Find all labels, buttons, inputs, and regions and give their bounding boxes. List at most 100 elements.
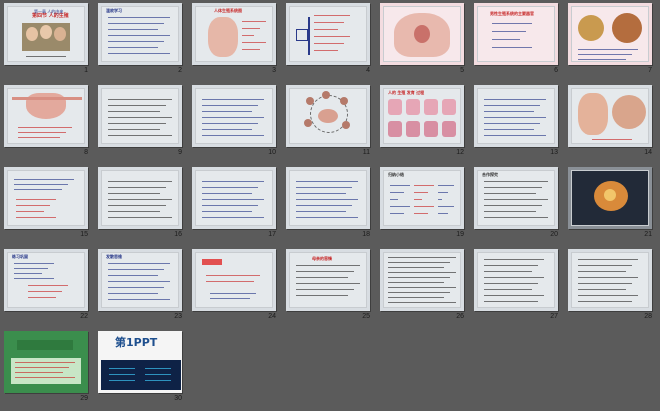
text-line [578,265,632,266]
text-line [484,193,536,194]
slide-number: 6 [554,67,558,74]
slide-title: 温故学习 [106,8,122,13]
logo-panel [101,360,181,390]
text-line [16,211,44,212]
text-line [578,54,632,55]
text-line [15,367,69,368]
slide-thumbnail[interactable]: 11 [286,85,380,165]
stage-image [406,121,420,137]
slide-thumbnail[interactable]: 归纳小结 19 [380,167,474,247]
text-line [296,199,358,200]
text-line [108,193,160,194]
slide-preview [568,167,652,229]
slide-thumbnail[interactable]: 温故学习 2 [98,3,192,83]
stage-image [424,99,438,115]
slide-preview: 合作探究 [474,167,558,229]
text-line [296,193,346,194]
text-line [484,283,538,284]
text-line [108,199,172,200]
text-line [242,35,254,36]
text-line [578,259,638,260]
text-line [16,205,50,206]
slide-content: 人的 生殖 发育 过程 [383,88,461,144]
slide-thumbnail[interactable]: 28 [568,249,660,329]
text-line [18,127,72,128]
slide-number: 11 [362,149,370,156]
slide-thumbnail[interactable]: 9 [98,85,192,165]
text-line [578,59,626,60]
text-line [108,299,170,300]
slide-thumbnail[interactable]: 13 [474,85,568,165]
slide-number: 15 [80,231,88,238]
text-line [210,293,256,294]
text-line [14,189,62,190]
slide-thumbnail[interactable]: 5 [380,3,474,83]
text-line [592,139,632,140]
slide-number: 16 [174,231,182,238]
slide-thumbnail[interactable]: 18 [286,167,380,247]
logo-text: 第1PPT [115,336,158,349]
slide-thumbnail[interactable]: 人体生殖系统图 3 [192,3,286,83]
text-line [484,289,532,290]
slide-preview [380,249,464,311]
text-line [14,268,48,269]
slide-thumbnail[interactable]: 人的 生殖 发育 过程 12 [380,85,474,165]
slide-preview [380,3,464,65]
text-line [108,53,170,54]
slide-thumbnail[interactable]: 男性生殖系统的主要器官 6 [474,3,568,83]
cell-dot [340,97,348,105]
slide-number: 21 [644,231,652,238]
slide-thumbnail[interactable]: 第四节 人的生殖 第一章 人的由来 1 [4,3,98,83]
slide-preview [192,167,276,229]
slide-number: 28 [644,313,652,320]
text-line [202,205,258,206]
slide-thumbnail[interactable]: 17 [192,167,286,247]
text-line [202,111,252,112]
text-line [484,99,546,100]
slide-preview [474,85,558,147]
slide-content: 母亲的恩情 [289,252,367,308]
text-line [108,287,164,288]
slide-thumbnail[interactable]: 8 [4,85,98,165]
slide-thumbnail[interactable]: 24 [192,249,286,329]
text-line [202,217,264,218]
text-line [108,47,158,48]
text-line [484,135,546,136]
slide-thumbnail[interactable]: 29 [4,331,98,411]
slide-content [101,88,179,144]
slide-thumbnail[interactable]: 发散思维 23 [98,249,192,329]
slide-thumbnail[interactable]: 练习巩固 22 [4,249,98,329]
text-line [438,199,442,200]
slide-preview [286,3,370,65]
slide-number: 29 [80,395,88,402]
slide-thumbnail[interactable]: 26 [380,249,474,329]
slide-title: 合作探究 [482,172,498,177]
embryo-drawing [578,93,608,135]
slide-preview: 温故学习 [98,3,182,65]
slide-thumbnail[interactable]: 21 [568,167,660,247]
slide-number: 5 [460,67,464,74]
slide-content [195,252,273,308]
text-line [108,135,172,136]
text-line [578,49,638,50]
slide-thumbnail[interactable]: 4 [286,3,380,83]
slide-thumbnail[interactable]: 15 [4,167,98,247]
slide-preview [192,249,276,311]
slide-thumbnail[interactable]: 16 [98,167,192,247]
slide-content [477,88,555,144]
text-line [484,181,548,182]
slide-thumbnail[interactable]: 7 [568,3,660,83]
text-line [388,262,450,263]
face [26,27,38,41]
text-line [296,205,352,206]
text-line [108,187,166,188]
text-line [108,35,170,36]
slide-number: 25 [362,313,370,320]
slide-thumbnail[interactable]: 母亲的恩情 25 [286,249,380,329]
slide-thumbnail[interactable]: 27 [474,249,568,329]
slide-thumbnail[interactable]: 合作探究 20 [474,167,568,247]
slide-thumbnail[interactable]: 10 [192,85,286,165]
slide-thumbnail[interactable]: 14 [568,85,660,165]
slide-thumbnail[interactable]: 第1PPT 30 [98,331,192,411]
text-line [210,298,250,299]
